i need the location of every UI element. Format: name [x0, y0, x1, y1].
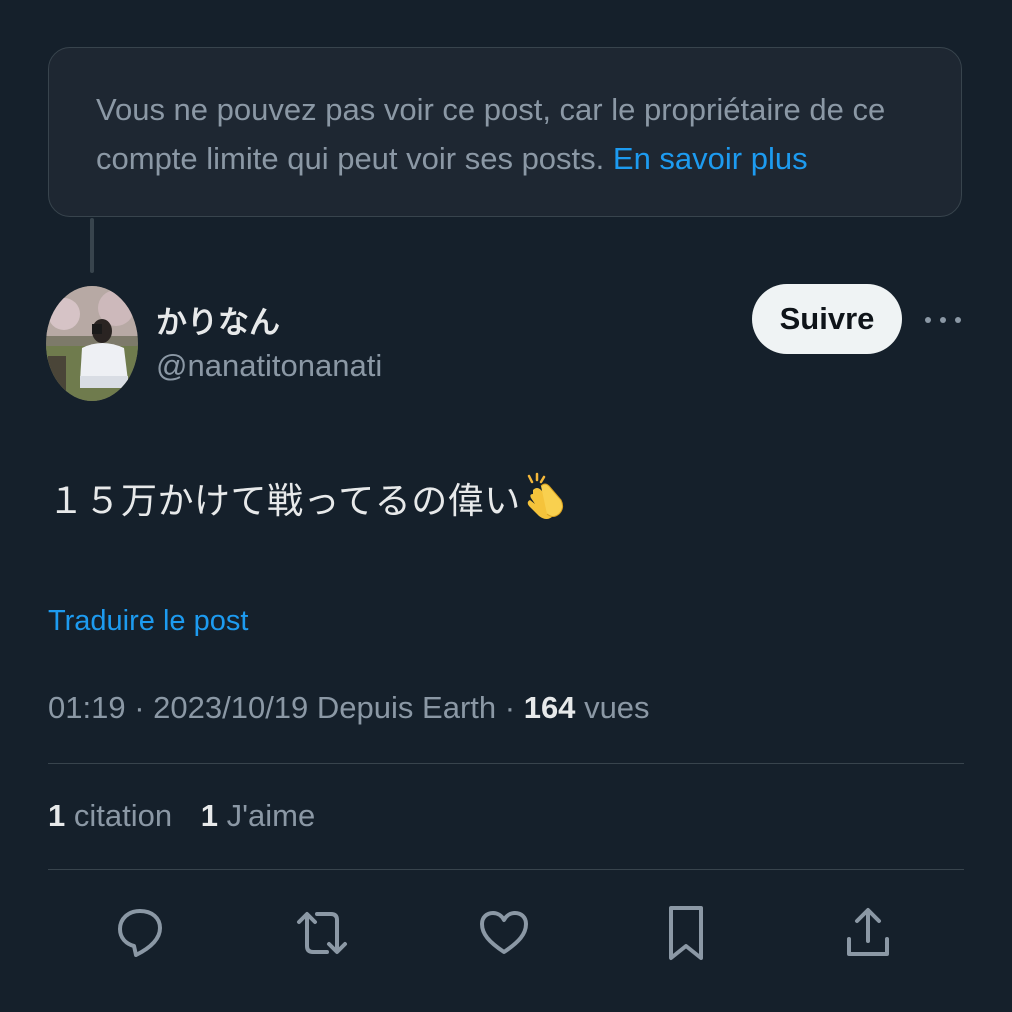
post-text: １５万かけて戦ってるの偉い: [48, 472, 567, 535]
share-icon[interactable]: [840, 903, 896, 963]
views-label: vues: [584, 690, 650, 725]
clapping-hands-icon: [523, 472, 567, 535]
bookmark-icon[interactable]: [658, 903, 714, 963]
repost-icon[interactable]: [294, 903, 350, 963]
quotes-stat[interactable]: 1 citation: [48, 798, 181, 833]
avatar[interactable]: [46, 286, 138, 401]
likes-count: 1: [200, 798, 218, 833]
views-count: 164: [523, 690, 576, 725]
user-handle[interactable]: @nanatitonanati: [156, 348, 382, 384]
restricted-post-notice: Vous ne pouvez pas voir ce post, car le …: [48, 47, 962, 217]
divider: [48, 869, 964, 870]
more-options-icon[interactable]: [925, 313, 961, 327]
follow-button[interactable]: Suivre: [752, 284, 902, 354]
post-body: １５万かけて戦ってるの偉い: [48, 480, 521, 522]
engagement-stats: 1 citation 1 J'aime: [48, 798, 335, 834]
separator-dot: ·: [134, 690, 154, 725]
translate-post-link[interactable]: Traduire le post: [48, 605, 248, 638]
like-icon[interactable]: [476, 903, 532, 963]
reply-icon[interactable]: [112, 903, 168, 963]
divider: [48, 763, 964, 764]
separator-dot: ·: [504, 690, 524, 725]
avatar-photo: [46, 286, 138, 401]
post-location: Depuis Earth: [316, 690, 497, 725]
learn-more-link[interactable]: En savoir plus: [613, 141, 808, 176]
quotes-count: 1: [48, 798, 66, 833]
quotes-label: citation: [73, 798, 173, 833]
likes-label: J'aime: [226, 798, 316, 833]
likes-stat[interactable]: 1 J'aime: [201, 798, 316, 833]
thread-connector-line: [90, 218, 94, 273]
display-name[interactable]: かりなん: [156, 297, 280, 342]
post-time[interactable]: 01:19: [48, 690, 126, 725]
post-date[interactable]: 2023/10/19: [153, 690, 308, 725]
post-metadata: 01:19 · 2023/10/19 Depuis Earth · 164 vu…: [48, 690, 650, 726]
